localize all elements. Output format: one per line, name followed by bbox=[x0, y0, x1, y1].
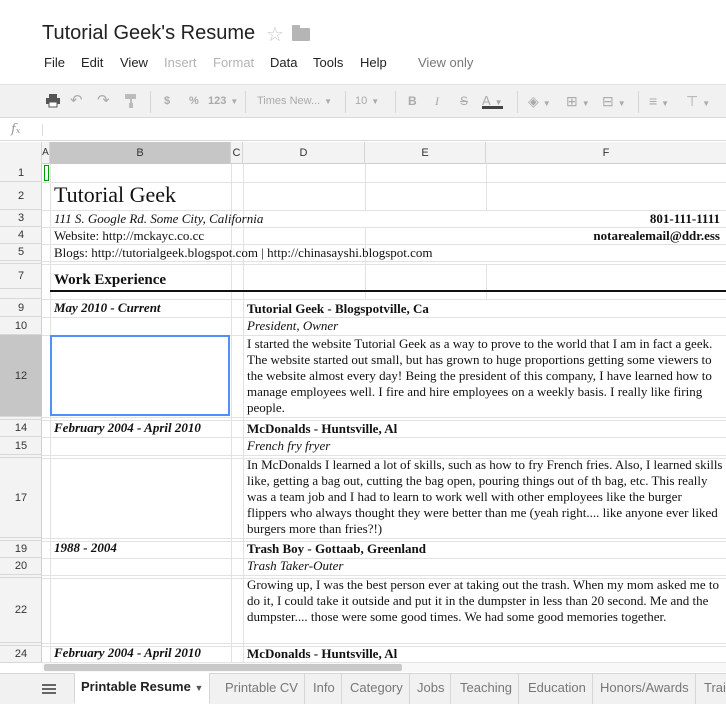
paint-format-icon[interactable] bbox=[124, 94, 138, 110]
star-icon[interactable]: ☆ bbox=[266, 22, 284, 47]
job-employer[interactable]: McDonalds - Huntsville, Al bbox=[247, 646, 397, 662]
row-header[interactable]: 2 bbox=[0, 182, 42, 210]
text-color-button[interactable]: A ▼ bbox=[482, 93, 503, 109]
document-title[interactable]: Tutorial Geek's Resume bbox=[42, 22, 255, 45]
column-header-b[interactable]: B bbox=[50, 142, 231, 164]
row-header[interactable]: 4 bbox=[0, 227, 42, 244]
column-header-e[interactable]: E bbox=[365, 142, 486, 164]
menu-help[interactable]: Help bbox=[360, 55, 387, 70]
row-header[interactable]: 5 bbox=[0, 244, 42, 261]
number-format-button[interactable]: 123 ▼ bbox=[208, 93, 238, 109]
folder-icon[interactable] bbox=[292, 25, 310, 41]
row-header[interactable]: 24 bbox=[0, 646, 42, 663]
menu-format: Format bbox=[213, 55, 255, 70]
column-header-f[interactable]: F bbox=[486, 142, 726, 164]
row-header[interactable]: 12 bbox=[0, 335, 42, 417]
select-all-corner[interactable] bbox=[0, 142, 42, 164]
merge-cells-icon[interactable]: ⊟ ▼ bbox=[602, 93, 626, 109]
job-role[interactable]: President, Owner bbox=[247, 318, 338, 334]
job-dates[interactable]: February 2004 - April 2010 bbox=[54, 420, 201, 436]
row-header[interactable]: 1 bbox=[0, 164, 42, 182]
font-size-select[interactable]: 10 ▼ bbox=[355, 93, 379, 109]
menu-view[interactable]: View bbox=[120, 55, 148, 70]
tab-trai[interactable]: Trai bbox=[698, 674, 726, 704]
menu-edit[interactable]: Edit bbox=[81, 55, 103, 70]
undo-icon[interactable]: ↶ bbox=[70, 93, 83, 109]
job-description[interactable]: Growing up, I was the best person ever a… bbox=[247, 577, 723, 625]
tab-honors-awards[interactable]: Honors/Awards bbox=[594, 674, 696, 704]
row-header[interactable]: 7 bbox=[0, 264, 42, 289]
tab-teaching[interactable]: Teaching bbox=[454, 674, 520, 704]
address-cell[interactable]: 111 S. Google Rd. Some City, California bbox=[54, 211, 263, 227]
tab-info[interactable]: Info bbox=[307, 674, 342, 704]
row-header[interactable]: 14 bbox=[0, 420, 42, 437]
active-cell-selection[interactable] bbox=[50, 335, 230, 416]
row-header[interactable]: 15 bbox=[0, 437, 42, 455]
fill-color-icon[interactable]: ◈ ▼ bbox=[528, 93, 551, 109]
row-header[interactable]: 17 bbox=[0, 458, 42, 538]
menu-file[interactable]: File bbox=[44, 55, 65, 70]
sheet-grid[interactable]: Tutorial Geek 111 S. Google Rd. Some Cit… bbox=[42, 164, 726, 662]
job-employer[interactable]: Tutorial Geek - Blogspotville, Ca bbox=[247, 301, 429, 317]
percent-button[interactable]: % bbox=[189, 93, 199, 109]
tab-menu-caret-icon[interactable]: ▼ bbox=[194, 683, 203, 693]
view-only-label: View only bbox=[418, 55, 474, 70]
cell-a1[interactable] bbox=[44, 165, 49, 181]
job-role[interactable]: Trash Taker-Outer bbox=[247, 558, 343, 574]
website-cell[interactable]: Website: http://mckayc.co.cc bbox=[54, 228, 204, 244]
vertical-align-icon[interactable]: ⊤ ▼ bbox=[686, 93, 710, 109]
currency-button[interactable]: $ bbox=[164, 93, 170, 109]
tab-printable-cv[interactable]: Printable CV bbox=[219, 674, 305, 704]
print-icon[interactable] bbox=[45, 94, 61, 110]
job-description[interactable]: In McDonalds I learned a lot of skills, … bbox=[247, 457, 723, 537]
job-role[interactable]: French fry fryer bbox=[247, 438, 330, 454]
tab-category[interactable]: Category bbox=[344, 674, 410, 704]
sheet-tab-bar: Printable Resume ▼ Printable CV Info Cat… bbox=[0, 673, 726, 704]
resume-name[interactable]: Tutorial Geek bbox=[54, 182, 176, 208]
job-dates[interactable]: 1988 - 2004 bbox=[54, 540, 117, 556]
menu-data[interactable]: Data bbox=[270, 55, 297, 70]
tab-jobs[interactable]: Jobs bbox=[411, 674, 452, 704]
tab-education[interactable]: Education bbox=[522, 674, 593, 704]
job-dates[interactable]: May 2010 - Current bbox=[54, 300, 161, 316]
tab-printable-resume[interactable]: Printable Resume ▼ bbox=[74, 673, 211, 704]
borders-icon[interactable]: ⊞ ▼ bbox=[566, 93, 590, 109]
email-cell[interactable]: notarealemail@ddr.ess bbox=[593, 228, 720, 244]
row-header[interactable]: 9 bbox=[0, 299, 42, 317]
sheet-list-icon[interactable] bbox=[42, 684, 56, 695]
row-header[interactable]: 20 bbox=[0, 558, 42, 575]
job-dates[interactable]: February 2004 - April 2010 bbox=[54, 645, 201, 661]
job-employer[interactable]: Trash Boy - Gottaab, Greenland bbox=[247, 541, 426, 557]
section-title[interactable]: Work Experience bbox=[54, 272, 166, 289]
row-header[interactable]: 3 bbox=[0, 210, 42, 227]
formula-bar[interactable]: fₓ bbox=[0, 119, 726, 141]
strikethrough-button[interactable]: S bbox=[460, 93, 468, 109]
menu-insert: Insert bbox=[164, 55, 197, 70]
redo-icon[interactable]: ↷ bbox=[97, 93, 110, 109]
row-header[interactable] bbox=[0, 289, 42, 299]
menu-tools[interactable]: Tools bbox=[313, 55, 343, 70]
font-family-select[interactable]: Times New... ▼ bbox=[257, 93, 332, 109]
toolbar: ↶ ↷ $ % 123 ▼ Times New... ▼ 10 ▼ B I S A ▼ … bbox=[0, 84, 726, 118]
row-headers: 1 2 3 4 5 7 9 10 12 14 15 17 19 20 22 24 bbox=[0, 164, 42, 663]
italic-button[interactable]: I bbox=[435, 93, 439, 109]
row-header[interactable]: 19 bbox=[0, 541, 42, 558]
align-left-icon[interactable]: ≡ ▼ bbox=[649, 93, 669, 109]
horizontal-scrollbar[interactable] bbox=[42, 662, 726, 672]
blogs-cell[interactable]: Blogs: http://tutorialgeek.blogspot.com … bbox=[54, 245, 433, 261]
column-headers: A B C D E F bbox=[0, 142, 726, 164]
row-header[interactable]: 22 bbox=[0, 578, 42, 643]
job-employer[interactable]: McDonalds - Huntsville, Al bbox=[247, 421, 397, 437]
scrollbar-thumb[interactable] bbox=[44, 664, 402, 671]
column-header-d[interactable]: D bbox=[243, 142, 365, 164]
column-header-c[interactable]: C bbox=[231, 142, 243, 164]
phone-cell[interactable]: 801-111-1111 bbox=[650, 211, 720, 227]
fx-icon: fₓ bbox=[11, 122, 21, 137]
row-header[interactable]: 10 bbox=[0, 317, 42, 335]
column-header-a[interactable]: A bbox=[42, 142, 50, 164]
job-description[interactable]: I started the website Tutorial Geek as a… bbox=[247, 336, 723, 416]
bold-button[interactable]: B bbox=[408, 93, 417, 109]
menu-bar: File Edit View Insert Format Data Tools … bbox=[0, 55, 726, 73]
